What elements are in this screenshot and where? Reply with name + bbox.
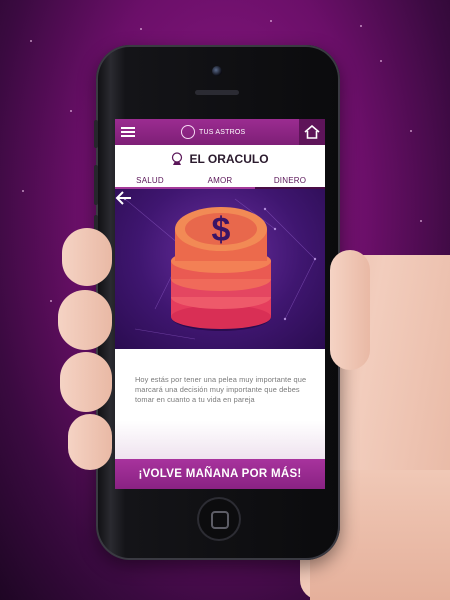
- page-title: EL ORACULO: [189, 152, 269, 166]
- finger-index: [58, 290, 112, 350]
- svg-text:$: $: [212, 211, 231, 249]
- earpiece-speaker: [195, 90, 239, 95]
- page-title-bar: EL ORACULO: [115, 145, 325, 173]
- dollar-coin-stack-icon: $: [171, 207, 271, 331]
- app-screen: TUS ASTROS EL ORACULO SALUD AMOR DINERO: [115, 119, 325, 489]
- astro-logo-icon: [181, 125, 195, 139]
- tab-bar: SALUD AMOR DINERO: [115, 173, 325, 189]
- tab-salud[interactable]: SALUD: [115, 173, 185, 189]
- thumb-right: [330, 250, 370, 370]
- tab-dinero[interactable]: DINERO: [255, 173, 325, 189]
- brand-name: TUS ASTROS: [199, 128, 246, 136]
- thumb: [62, 228, 112, 286]
- finger-middle: [60, 352, 112, 412]
- home-icon[interactable]: [299, 119, 325, 145]
- arrow-left-icon[interactable]: [115, 189, 133, 207]
- cta-label: ¡VOLVE MAÑANA POR MÁS!: [138, 468, 302, 480]
- tab-amor[interactable]: AMOR: [185, 173, 255, 189]
- horoscope-message: Hoy estás por tener una pelea muy import…: [115, 349, 325, 459]
- message-text: Hoy estás por tener una pelea muy import…: [135, 375, 307, 404]
- come-back-banner[interactable]: ¡VOLVE MAÑANA POR MÁS!: [115, 459, 325, 489]
- hamburger-icon[interactable]: [121, 127, 135, 137]
- crystal-ball-icon: [172, 152, 183, 165]
- brand: TUS ASTROS: [181, 125, 245, 139]
- phone-mute-switch: [94, 120, 98, 148]
- hero-illustration: $: [115, 189, 325, 349]
- phone-home-button[interactable]: [197, 497, 241, 541]
- phone-volume-up: [94, 165, 98, 205]
- front-camera: [212, 66, 222, 76]
- finger-ring: [68, 414, 112, 470]
- top-bar: TUS ASTROS: [115, 119, 325, 145]
